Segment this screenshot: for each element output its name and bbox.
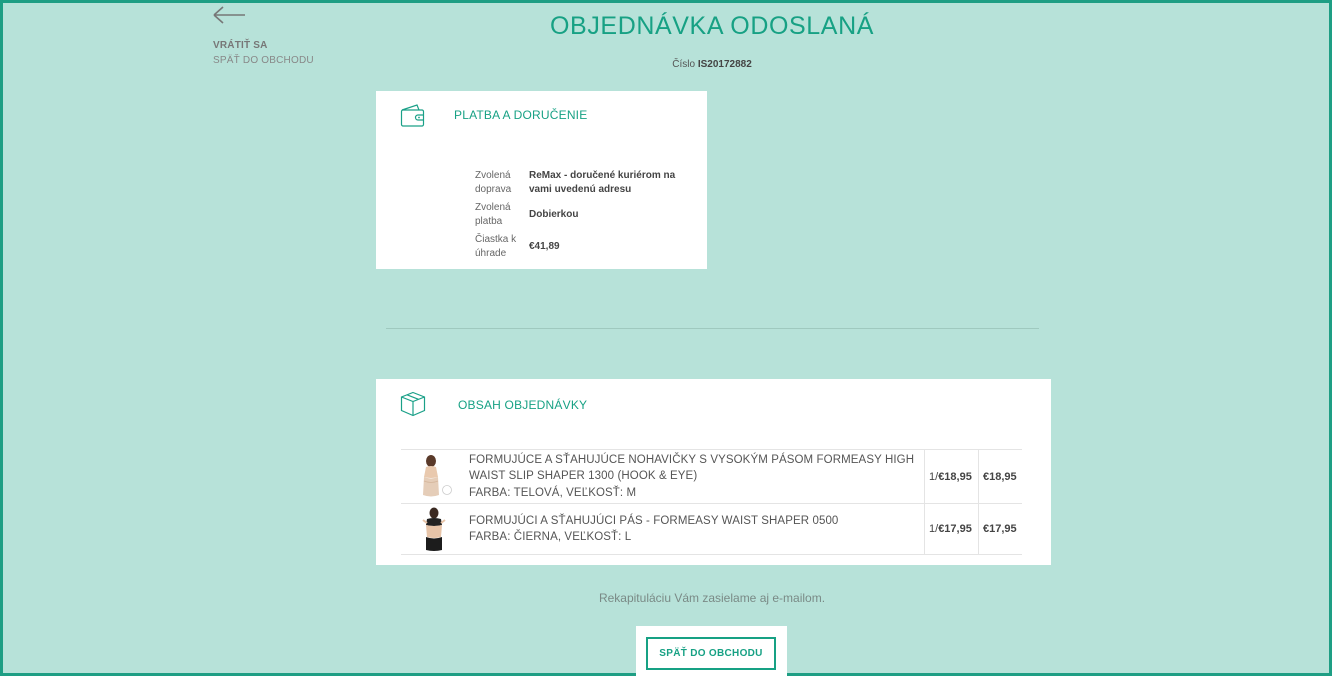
amount-label: Čiastka k úhrade (475, 234, 517, 259)
amount-value: €41,89 (529, 241, 560, 252)
unit-price: €18,95 (938, 470, 972, 483)
email-recap-note: Rekapituláciu Vám zasielame aj e-mailom. (598, 591, 826, 605)
quantity-cell: 1/€17,95 (924, 504, 978, 554)
amount-row: Čiastka k úhrade €41,89 (475, 231, 689, 263)
wallet-icon (400, 104, 426, 133)
shipping-label: Zvolená doprava (475, 170, 512, 195)
line-total: €17,95 (978, 504, 1022, 554)
order-item-info: FORMUJÚCE A SŤAHUJÚCE NOHAVIČKY S VYSOKÝ… (469, 450, 924, 503)
product-name[interactable]: FORMUJÚCE A SŤAHUJÚCE NOHAVIČKY S VYSOKÝ… (469, 452, 924, 485)
page-title: OBJEDNÁVKA ODOSLANÁ (550, 12, 874, 40)
order-items-table: FORMUJÚCE A SŤAHUJÚCE NOHAVIČKY S VYSOKÝ… (401, 449, 1022, 555)
section-divider (386, 328, 1039, 329)
back-to-shop-button[interactable]: SPÄŤ DO OBCHODU (646, 637, 776, 670)
quantity: 1/ (929, 523, 939, 535)
order-number: IS20172882 (697, 59, 752, 70)
product-variant: FARBA: ČIERNA, VEĽKOSŤ: L (469, 531, 632, 543)
payment-row: Zvolená platba Dobierkou (475, 199, 689, 231)
back-title[interactable]: VRÁTIŤ SA (213, 40, 268, 51)
unit-price: €17,95 (938, 523, 972, 535)
product-name[interactable]: FORMUJÚCI A SŤAHUJÚCI PÁS - FORMEASY WAI… (469, 513, 924, 530)
product-thumbnail[interactable] (401, 504, 469, 554)
line-total: €18,95 (978, 450, 1022, 503)
order-card-title: OBSAH OBJEDNÁVKY (458, 398, 588, 412)
quantity: 1/ (929, 470, 939, 483)
product-variant: FARBA: TELOVÁ, VEĽKOSŤ: M (469, 486, 637, 499)
order-item-row: FORMUJÚCI A SŤAHUJÚCI PÁS - FORMEASY WAI… (401, 503, 1022, 555)
order-number-label: Číslo (672, 59, 696, 70)
box-icon (400, 391, 426, 422)
order-contents-card: OBSAH OBJEDNÁVKY FORMUJÚCE A SŤAHUJÚCE N… (376, 379, 1051, 565)
payment-value: Dobierkou (529, 209, 579, 220)
back-to-shop-container: SPÄŤ DO OBCHODU (636, 626, 787, 676)
order-number-line: Číslo IS20172882 (0, 59, 1332, 70)
order-item-info: FORMUJÚCI A SŤAHUJÚCI PÁS - FORMEASY WAI… (469, 504, 924, 554)
shipping-value: ReMax - doručené kuriérom na vami uveden… (529, 170, 676, 195)
shipping-row: Zvolená doprava ReMax - doručené kuriéro… (475, 167, 689, 199)
payment-label: Zvolená platba (475, 202, 511, 227)
shipping-details: Zvolená doprava ReMax - doručené kuriéro… (475, 167, 689, 263)
order-item-row: FORMUJÚCE A SŤAHUJÚCE NOHAVIČKY S VYSOKÝ… (401, 449, 1022, 503)
shipping-payment-card: PLATBA A DORUČENIE Zvolená doprava ReMax… (376, 91, 707, 269)
shipping-card-title: PLATBA A DORUČENIE (454, 108, 588, 122)
quantity-cell: 1/€18,95 (924, 450, 978, 503)
product-thumbnail[interactable] (401, 450, 469, 503)
